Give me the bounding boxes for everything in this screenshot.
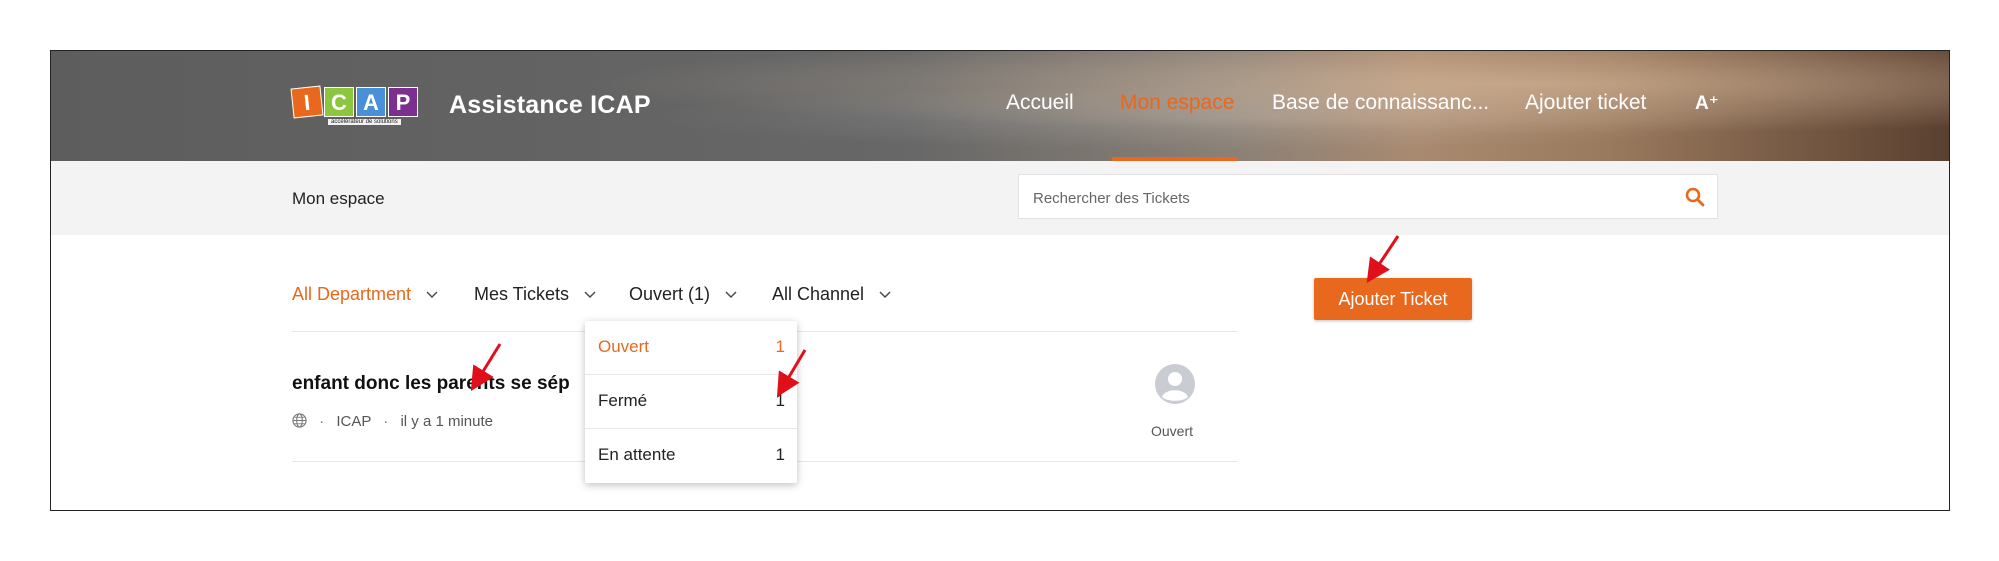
annotation-arrow-add-ticket bbox=[470, 235, 1400, 398]
